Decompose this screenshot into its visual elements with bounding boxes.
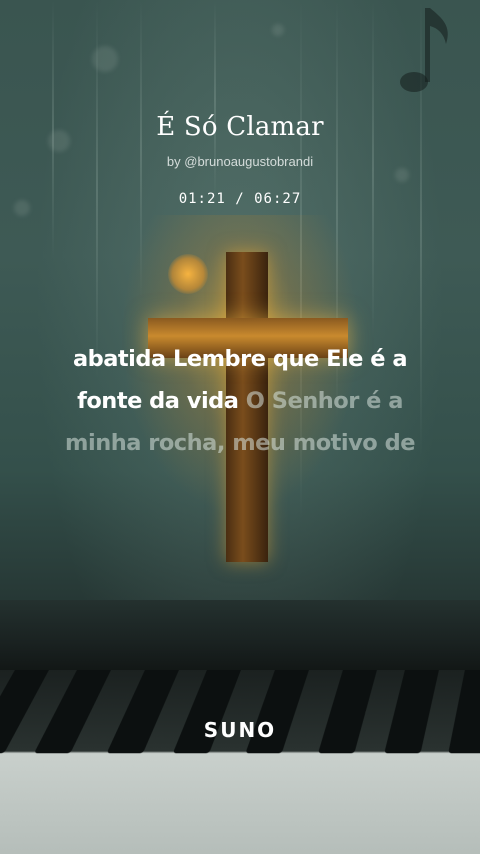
song-title: É Só Clamar: [156, 112, 324, 142]
lyric-upcoming: minha rocha, meu motivo de: [65, 430, 415, 456]
playback-time: 01:21 / 06:27: [178, 191, 302, 207]
piano-body: [0, 600, 480, 670]
piano-keys: [0, 670, 480, 854]
artist-byline[interactable]: by @brunoaugustobrandi: [0, 154, 480, 169]
suno-logo: SUNO: [203, 718, 277, 742]
lyric-sung: abatida Lembre que Ele é a: [72, 346, 408, 372]
lyric-line-3: minha rocha, meu motivo de: [30, 422, 450, 464]
music-note-icon: [400, 8, 448, 92]
lyric-sung: fonte da vida: [77, 388, 239, 414]
lyrics-block: abatida Lembre que Ele é a fonte da vida…: [30, 338, 450, 464]
lyric-line-2: fonte da vida O Senhor é a: [30, 380, 450, 422]
lyric-line-1: abatida Lembre que Ele é a: [30, 338, 450, 380]
lyric-upcoming: O Senhor é a: [238, 388, 404, 414]
